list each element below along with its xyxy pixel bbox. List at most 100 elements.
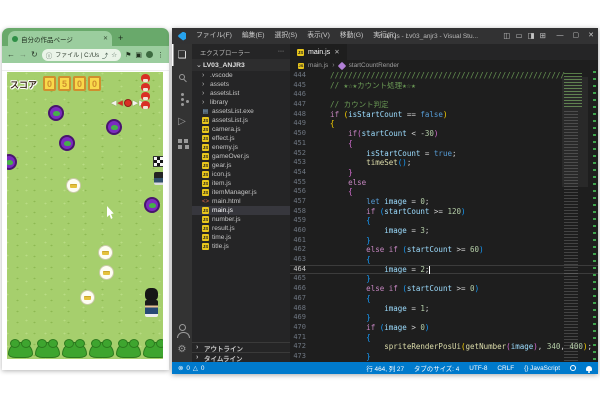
maximize-icon[interactable]: ▢ — [573, 28, 580, 44]
flag-toolbar-icon[interactable]: ⚑ — [125, 51, 131, 59]
code-line[interactable]: 470 if (image > 0) — [290, 323, 598, 333]
feedback-icon[interactable] — [570, 365, 576, 371]
explorer-root-folder[interactable]: ⌄ LV03_ANJR3 — [192, 59, 290, 71]
code-line[interactable]: 444 ////////////////////////////////////… — [290, 71, 598, 81]
activity-source-control-icon[interactable] — [172, 88, 192, 110]
code-line[interactable]: 451 { — [290, 139, 598, 149]
breadcrumb[interactable]: JS main.js › startCountRender — [290, 60, 598, 71]
menu-item[interactable]: 表示(V) — [302, 28, 335, 44]
tab-mainjs[interactable]: JS main.js ✕ — [290, 44, 348, 60]
reload-icon[interactable]: ↻ — [31, 51, 38, 59]
tree-item-library[interactable]: ›library — [192, 98, 290, 107]
code-line[interactable]: 466 else if (startCount >= 0) — [290, 284, 598, 294]
tree-item-gear.js[interactable]: JSgear.js — [192, 161, 290, 170]
vscode-window-controls[interactable]: — ▢ ✕ — [557, 28, 595, 44]
forward-icon[interactable]: → — [19, 51, 27, 59]
tree-item-main.html[interactable]: <>main.html — [192, 197, 290, 206]
code-line[interactable]: 448 if (isStartCount == false) — [290, 110, 598, 120]
activity-search-icon[interactable] — [172, 66, 192, 88]
tree-item-assetsList[interactable]: ›assetsList — [192, 89, 290, 98]
tab-close-icon[interactable]: ✕ — [334, 48, 339, 56]
address-bar[interactable]: ⓘ ファイル | C:/User... ⤴ ☆ — [42, 49, 121, 61]
profile-avatar[interactable] — [146, 51, 153, 58]
tree-item-.vscode[interactable]: ›.vscode — [192, 71, 290, 80]
tree-item-itemManager.js[interactable]: JSitemManager.js — [192, 188, 290, 197]
menu-item[interactable]: ファイル(F) — [191, 28, 237, 44]
code-line[interactable]: 473 } — [290, 352, 598, 362]
menu-item[interactable]: 実行(R) — [368, 28, 401, 44]
code-line[interactable]: 454 } — [290, 168, 598, 178]
tree-item-enemy.js[interactable]: JSenemy.js — [192, 143, 290, 152]
extensions-toolbar-icon[interactable]: ▣ — [135, 51, 142, 59]
breadcrumb-symbol[interactable]: startCountRender — [349, 62, 399, 69]
settings-gear-icon[interactable]: ⚙ — [172, 338, 192, 360]
code-editor[interactable]: 444 ////////////////////////////////////… — [290, 71, 598, 362]
code-line[interactable]: 468 image = 1; — [290, 304, 598, 314]
menu-item[interactable]: 編集(E) — [237, 28, 270, 44]
game-canvas[interactable]: スコア 0500 ◀◀▶▶ — [7, 72, 163, 359]
tree-item-assetsList.js[interactable]: JSassetsList.js — [192, 116, 290, 125]
layout-icons[interactable]: ◫▭◨⊞ — [503, 28, 546, 44]
code-line[interactable]: 469 } — [290, 313, 598, 323]
code-line[interactable]: 455 else — [290, 178, 598, 188]
status-segment[interactable]: タブのサイズ: 4 — [414, 364, 459, 373]
activity-explorer-icon[interactable]: ❏ — [172, 44, 192, 66]
sidebar-section-タイムライン[interactable]: ›タイムライン — [192, 352, 290, 362]
share-icon[interactable]: ⤴ — [102, 50, 109, 60]
tree-item-icon.js[interactable]: JSicon.js — [192, 170, 290, 179]
browser-tab[interactable]: 自分の作品ページ ✕ — [8, 31, 112, 46]
code-line[interactable]: 445 // ★☆★カウント処理★☆★ — [290, 81, 598, 91]
explorer-more-icon[interactable]: ⋯ — [278, 48, 284, 57]
tree-item-gameOver.js[interactable]: JSgameOver.js — [192, 152, 290, 161]
tree-item-title.js[interactable]: JStitle.js — [192, 242, 290, 251]
code-line[interactable]: 464 image = 2; — [290, 265, 598, 275]
menu-item[interactable]: 選択(S) — [270, 28, 303, 44]
minimize-icon[interactable]: — — [557, 28, 564, 44]
bookmark-star-icon[interactable]: ☆ — [111, 51, 117, 59]
code-line[interactable]: 457 let image = 0; — [290, 197, 598, 207]
overview-ruler[interactable] — [593, 71, 596, 362]
tree-item-camera.js[interactable]: JScamera.js — [192, 125, 290, 134]
code-line[interactable]: 461 } — [290, 236, 598, 246]
close-icon[interactable]: ✕ — [588, 28, 594, 44]
code-line[interactable]: 459 { — [290, 216, 598, 226]
code-line[interactable]: 462 else if (startCount >= 60) — [290, 245, 598, 255]
back-icon[interactable]: ← — [7, 51, 15, 59]
code-line[interactable]: 458 if (startCount >= 120) — [290, 207, 598, 217]
code-line[interactable]: 450 if(startCount < -30) — [290, 129, 598, 139]
warnings-icon[interactable]: △ — [193, 364, 198, 372]
menu-item[interactable]: 移動(G) — [335, 28, 368, 44]
minimap[interactable] — [562, 71, 588, 362]
tab-close-icon[interactable]: ✕ — [103, 35, 108, 42]
code-line[interactable]: 449 { — [290, 119, 598, 129]
tree-item-assets[interactable]: ›assets — [192, 80, 290, 89]
tree-item-item.js[interactable]: JSitem.js — [192, 179, 290, 188]
code-line[interactable]: 467 { — [290, 294, 598, 304]
tree-item-time.js[interactable]: JStime.js — [192, 233, 290, 242]
errors-icon[interactable]: ⊗ — [178, 364, 183, 372]
tree-item-main.js[interactable]: JSmain.js — [192, 206, 290, 215]
browser-menu-icon[interactable]: ⋮ — [157, 51, 164, 59]
tree-item-assetsList.exe[interactable]: ▤assetsList.exe — [192, 107, 290, 116]
layout-toggle-icon[interactable]: ⊞ — [540, 28, 546, 44]
breadcrumb-file[interactable]: main.js — [308, 62, 328, 69]
layout-toggle-icon[interactable]: ◨ — [528, 28, 535, 44]
layout-toggle-icon[interactable]: ▭ — [516, 28, 523, 44]
account-icon[interactable] — [172, 316, 192, 338]
tree-item-effect.js[interactable]: JSeffect.js — [192, 134, 290, 143]
status-segment[interactable]: {} JavaScript — [524, 365, 560, 372]
bell-icon[interactable] — [586, 366, 592, 371]
site-info-icon[interactable]: ⓘ — [46, 50, 53, 60]
activity-extensions-icon[interactable] — [172, 132, 192, 154]
code-line[interactable]: 472 spriteRenderPosUi(getNumber(image), … — [290, 342, 598, 352]
code-line[interactable]: 463 { — [290, 255, 598, 265]
code-line[interactable]: 453 timeSet(); — [290, 158, 598, 168]
code-line[interactable]: 465 } — [290, 274, 598, 284]
status-segment[interactable]: CRLF — [497, 365, 514, 372]
status-segment[interactable]: 行 464, 列 27 — [366, 364, 404, 373]
sidebar-section-アウトライン[interactable]: ›アウトライン — [192, 342, 290, 352]
menu-item[interactable]: ⋯ — [401, 28, 418, 44]
code-line[interactable]: 446 — [290, 90, 598, 100]
code-line[interactable]: 460 image = 3; — [290, 226, 598, 236]
tree-item-number.js[interactable]: JSnumber.js — [192, 215, 290, 224]
